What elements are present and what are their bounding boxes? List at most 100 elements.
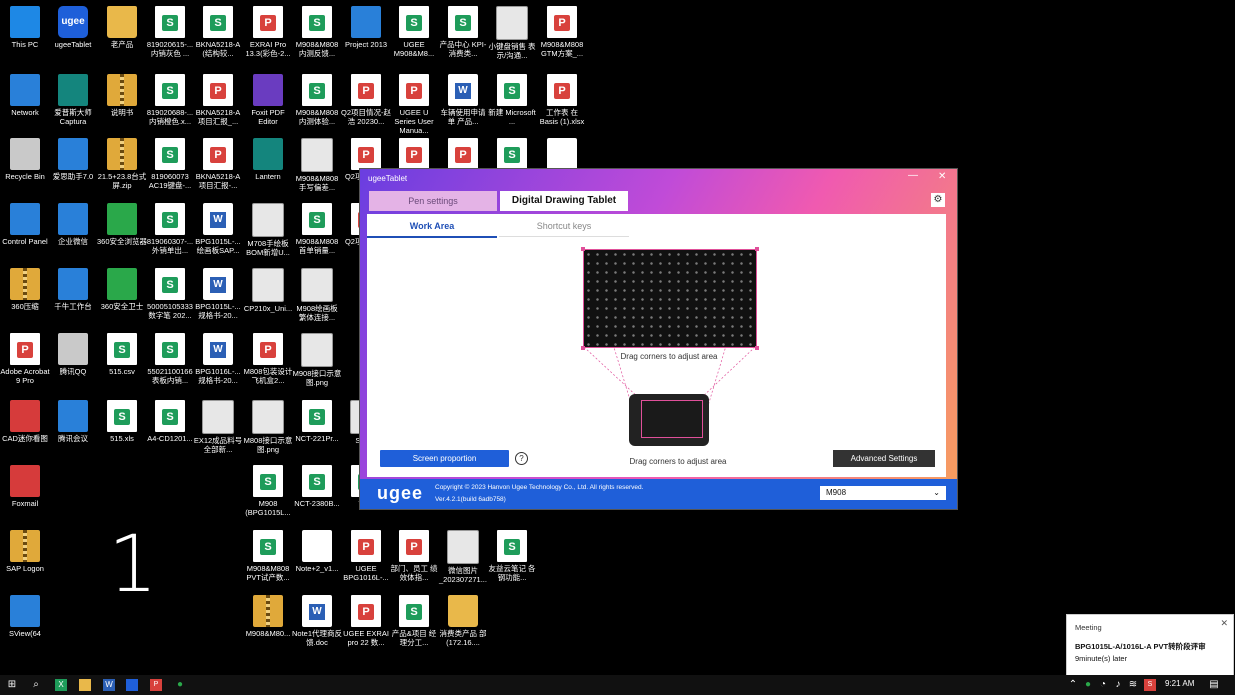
search-icon[interactable]: ⌕ xyxy=(30,679,42,691)
desktop-icon[interactable]: 50005105333 数字笔 202... xyxy=(145,265,195,320)
desktop-icon[interactable]: BPG1015L-... 绘画板SAP... xyxy=(193,200,243,255)
desktop-icon[interactable]: M908&M808 GTM方案_... xyxy=(537,3,587,58)
desktop-icon[interactable]: 友益云笔记 各钢功能... xyxy=(487,527,537,582)
desktop-icon[interactable]: M908&M80... xyxy=(243,592,293,638)
desktop-icon[interactable]: UGEE BPG1016L-... xyxy=(341,527,391,582)
desktop-icon[interactable]: 新建 Microsoft ... xyxy=(487,71,537,126)
desktop-icon[interactable]: 515.csv xyxy=(97,330,147,376)
desktop-icon[interactable]: M908 (BPG1015L... xyxy=(243,462,293,517)
meeting-notification[interactable]: Meeting ✕ BPG1015L-A/1016L-A PVT转阶段评审 9m… xyxy=(1066,614,1234,676)
corner-handle[interactable] xyxy=(581,247,585,251)
desktop-icon[interactable]: M908&M808 首单销量... xyxy=(292,200,342,255)
desktop-icon[interactable]: 腾讯QQ xyxy=(48,330,98,376)
desktop-icon[interactable]: M908&M808 内测反馈... xyxy=(292,3,342,58)
desktop-icon[interactable]: BKNA5218-A 项目汇报-... xyxy=(193,135,243,190)
desktop-icon[interactable]: Lantern xyxy=(243,135,293,181)
desktop-icon[interactable]: 企业微信 xyxy=(48,200,98,246)
close-button[interactable]: ✕ xyxy=(938,171,946,182)
desktop-icon[interactable]: 消费类产品 部 (172.16.... xyxy=(438,592,488,647)
excel-icon[interactable]: X xyxy=(55,679,67,691)
desktop-icon[interactable]: 产品中心 KPI-消费类... xyxy=(438,3,488,58)
desktop-icon[interactable]: M808包装设计飞机盒2... xyxy=(243,330,293,385)
desktop-icon[interactable]: 55021100166 表板内销... xyxy=(145,330,195,385)
desktop-icon[interactable] xyxy=(537,135,587,172)
minimize-button[interactable]: — xyxy=(908,170,918,181)
desktop-icon[interactable]: M808接口示意图.png xyxy=(243,397,293,454)
volume-icon[interactable]: ♪ xyxy=(1112,679,1124,691)
desktop-icon[interactable]: BKNA5218-A (结构较... xyxy=(193,3,243,58)
ugee-tablet-taskbar-icon[interactable] xyxy=(126,679,138,691)
corner-handle[interactable] xyxy=(581,346,585,350)
advanced-settings-button[interactable]: Advanced Settings xyxy=(833,450,935,467)
desktop-icon[interactable]: NCT-221Pr... xyxy=(292,397,342,443)
desktop-icon[interactable]: Note1代理商反馈.doc xyxy=(292,592,342,647)
desktop-icon[interactable]: 千牛工作台 xyxy=(48,265,98,311)
desktop-icon[interactable]: 360安全卫士 xyxy=(97,265,147,311)
tablet-active-area[interactable] xyxy=(641,400,703,438)
desktop-icon[interactable]: UGEE U Series User Manua... xyxy=(389,71,439,135)
desktop-icon[interactable]: A4-CD1201... xyxy=(145,397,195,443)
desktop-icon[interactable]: 爱思助手7.0 xyxy=(48,135,98,181)
desktop-icon[interactable]: 老产品 xyxy=(97,3,147,49)
corner-handle[interactable] xyxy=(755,346,759,350)
desktop-icon[interactable]: M708手绘板 BOM新增U... xyxy=(243,200,293,257)
screen-proportion-button[interactable]: Screen proportion xyxy=(380,450,509,467)
ime-icon[interactable]: S xyxy=(1144,679,1156,691)
desktop-icon[interactable]: SView(64 xyxy=(0,592,50,638)
desktop-icon[interactable]: 819060073 AC19键盘-... xyxy=(145,135,195,190)
desktop-icon[interactable]: Foxit PDF Editor xyxy=(243,71,293,126)
desktop-icon[interactable]: CP210x_Uni... xyxy=(243,265,293,313)
close-icon[interactable]: ✕ xyxy=(1220,618,1228,629)
wifi-icon[interactable]: ≋ xyxy=(1127,679,1139,691)
desktop-icon[interactable] xyxy=(487,135,537,172)
desktop-icon[interactable]: M908接口示意图.png xyxy=(292,330,342,387)
desktop-icon[interactable]: Note+2_v1... xyxy=(292,527,342,573)
desktop-icon[interactable]: CAD迷你看图 xyxy=(0,397,50,443)
desktop-icon[interactable]: M908&M808 PVT试产数... xyxy=(243,527,293,582)
desktop-icon[interactable]: 515.xls xyxy=(97,397,147,443)
windows-start-icon[interactable]: ⊞ xyxy=(6,679,18,691)
desktop-icon[interactable]: NCT-2380B... xyxy=(292,462,342,508)
desktop-icon[interactable]: 21.5+23.8台式屏.zip xyxy=(97,135,147,190)
desktop-icon[interactable] xyxy=(438,135,488,172)
desktop-icon[interactable]: SAP Logon xyxy=(0,527,50,573)
tab-digital-drawing-tablet[interactable]: Digital Drawing Tablet xyxy=(500,191,628,211)
desktop-icon[interactable]: 360压缩 xyxy=(0,265,50,311)
desktop-icon[interactable]: 车辆使用申请单 产品... xyxy=(438,71,488,126)
desktop-icon[interactable]: BKNA5218-A 项目汇报_... xyxy=(193,71,243,126)
desktop-icon[interactable]: 819020615-... 内销灰色 ... xyxy=(145,3,195,58)
model-select[interactable]: M908 ⌄ xyxy=(820,486,946,500)
chevron-up-icon[interactable]: ⌃ xyxy=(1067,679,1079,691)
desktop-icon[interactable]: 腾讯会议 xyxy=(48,397,98,443)
desktop-icon[interactable]: 工作表 在 Basis (1).xlsx xyxy=(537,71,587,126)
desktop-icon[interactable]: UGEE M908&M8... xyxy=(389,3,439,58)
screen-area-preview[interactable] xyxy=(581,247,759,350)
word-icon[interactable]: W xyxy=(103,679,115,691)
help-icon[interactable]: ? xyxy=(515,452,528,465)
desktop-icon[interactable]: 819020688-... 内销橙色.x... xyxy=(145,71,195,126)
desktop-icon[interactable]: 部门、员工 绩效体指... xyxy=(389,527,439,582)
corner-handle[interactable] xyxy=(755,247,759,251)
desktop-icon[interactable]: Q2项目情况-赵浩 20230... xyxy=(341,71,391,126)
desktop-icon[interactable]: EXRAI Pro 13.3(彩色-2... xyxy=(243,3,293,58)
desktop-icon[interactable]: Recycle Bin xyxy=(0,135,50,181)
desktop-icon[interactable]: This PC xyxy=(0,3,50,49)
desktop-icon[interactable]: M908&M808 手写偏差... xyxy=(292,135,342,192)
desktop-icon[interactable]: Project 2013 xyxy=(341,3,391,49)
desktop-icon[interactable]: Control Panel xyxy=(0,200,50,246)
file-explorer-icon[interactable] xyxy=(79,679,91,691)
desktop-icon[interactable]: 说明书 xyxy=(97,71,147,117)
tab-pen-settings[interactable]: Pen settings xyxy=(369,191,497,211)
wechat-tray-icon[interactable]: ● xyxy=(1082,679,1094,691)
clock[interactable]: 9:21 AM xyxy=(1165,679,1194,688)
desktop-icon[interactable]: BPG1016L-... 规格书-20... xyxy=(193,330,243,385)
desktop-icon[interactable]: Adobe Acrobat 9 Pro xyxy=(0,330,50,385)
desktop-icon[interactable]: 微信图片 _202307271... xyxy=(438,527,488,584)
desktop-icon[interactable] xyxy=(389,135,439,172)
desktop-icon[interactable]: 产品&项目 经理分工... xyxy=(389,592,439,647)
desktop-icon[interactable]: 小键盘销售 表示/沟通... xyxy=(487,3,537,60)
notification-center-icon[interactable]: ▤ xyxy=(1208,679,1220,691)
desktop-icon[interactable]: 爱普斯大师 Captura xyxy=(48,71,98,126)
desktop-icon[interactable]: EX12成品料号全部新... xyxy=(193,397,243,454)
desktop-icon[interactable]: Foxmail xyxy=(0,462,50,508)
